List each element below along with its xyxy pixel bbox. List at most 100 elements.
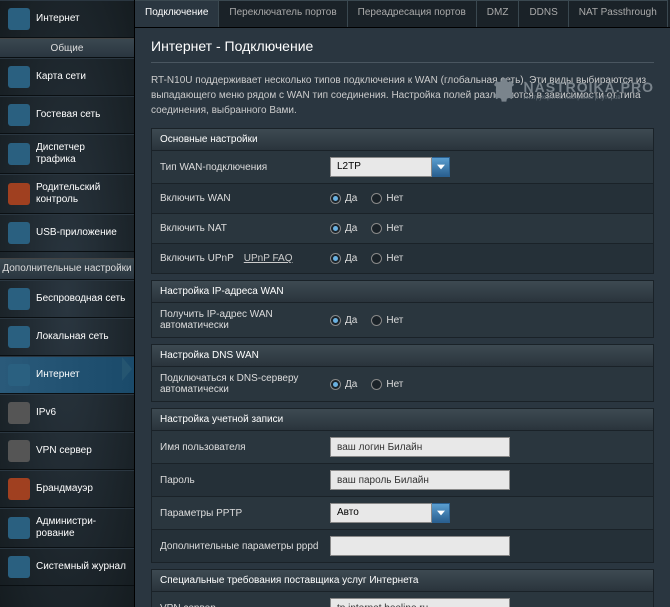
globe-icon: [8, 364, 30, 386]
wan-ip-auto-no[interactable]: Нет: [371, 315, 403, 326]
radio-icon: [371, 379, 382, 390]
enable-upnp-label: Включить UPnPUPnP FAQ: [160, 253, 330, 264]
vpn-server-input[interactable]: [330, 598, 510, 607]
section-wan-ip: Настройка IP-адреса WAN: [151, 280, 654, 303]
enable-upnp-no[interactable]: Нет: [371, 253, 403, 264]
row-vpn-server: VPN сервер: [151, 592, 654, 607]
gear-icon: [490, 76, 518, 104]
page-title: Интернет - Подключение: [151, 38, 654, 63]
sidebar-item-label: Родительский контроль: [36, 182, 126, 206]
section-basic: Основные настройки: [151, 128, 654, 151]
enable-upnp-yes[interactable]: Да: [330, 253, 357, 264]
sidebar-item-admin[interactable]: Администри-рование: [0, 508, 134, 548]
sidebar-item-label: Интернет: [36, 13, 80, 25]
radio-icon: [371, 193, 382, 204]
globe-icon: [8, 8, 30, 30]
wan-type-value: L2TP: [330, 157, 432, 177]
dns-auto-label: Подключаться к DNS-серверу автоматически: [160, 373, 330, 395]
radio-icon: [371, 315, 382, 326]
sidebar-item-syslog[interactable]: Системный журнал: [0, 548, 134, 586]
pptp-value: Авто: [330, 503, 432, 523]
active-arrow-icon: [122, 357, 132, 381]
sidebar-item-vpn[interactable]: VPN сервер: [0, 432, 134, 470]
sidebar-item-wireless[interactable]: Беспроводная сеть: [0, 280, 134, 318]
wan-ip-auto-yes[interactable]: Да: [330, 315, 357, 326]
tab-dmz[interactable]: DMZ: [477, 0, 520, 27]
traffic-icon: [8, 143, 30, 165]
row-wan-ip-auto: Получить IP-адрес WAN автоматически Да Н…: [151, 303, 654, 338]
vpn-icon: [8, 440, 30, 462]
radio-icon: [330, 253, 341, 264]
sidebar: Интернет Общие Карта сети Гостевая сеть …: [0, 0, 135, 607]
row-password: Пароль: [151, 464, 654, 497]
tab-bar: Подключение Переключатель портов Переадр…: [135, 0, 670, 28]
sidebar-item-internet[interactable]: Интернет: [0, 356, 134, 394]
pptp-select[interactable]: Авто: [330, 503, 450, 523]
sidebar-item-label: Диспетчер трафика: [36, 142, 126, 166]
sidebar-item-label: Системный журнал: [36, 561, 126, 573]
sidebar-item-firewall[interactable]: Брандмауэр: [0, 470, 134, 508]
sidebar-item-map[interactable]: Карта сети: [0, 58, 134, 96]
enable-nat-yes[interactable]: Да: [330, 223, 357, 234]
dropdown-icon: [432, 503, 450, 523]
row-enable-nat: Включить NAT Да Нет: [151, 214, 654, 244]
tab-connection[interactable]: Подключение: [135, 0, 219, 27]
sidebar-item-parental[interactable]: Родительский контроль: [0, 174, 134, 214]
firewall-icon: [8, 478, 30, 500]
row-enable-wan: Включить WAN Да Нет: [151, 184, 654, 214]
row-enable-upnp: Включить UPnPUPnP FAQ Да Нет: [151, 244, 654, 274]
dns-auto-yes[interactable]: Да: [330, 379, 357, 390]
radio-icon: [371, 253, 382, 264]
main-panel: Подключение Переключатель портов Переадр…: [135, 0, 670, 607]
enable-wan-no[interactable]: Нет: [371, 193, 403, 204]
guest-icon: [8, 104, 30, 126]
tab-ddns[interactable]: DDNS: [519, 0, 568, 27]
sidebar-item-label: Карта сети: [36, 71, 86, 83]
sidebar-item-lan[interactable]: Локальная сеть: [0, 318, 134, 356]
sidebar-item-label: Интернет: [36, 369, 80, 381]
sidebar-item-label: Локальная сеть: [36, 331, 109, 343]
watermark-title: NASTROIKA.PRO: [524, 79, 654, 95]
radio-icon: [330, 223, 341, 234]
content-area: NASTROIKA.PRO инструкции по настройке ро…: [135, 28, 670, 607]
username-input[interactable]: [330, 437, 510, 457]
radio-icon: [330, 379, 341, 390]
sidebar-group-general: Общие: [0, 38, 134, 58]
sidebar-group-advanced: Дополнительные настройки: [0, 258, 134, 280]
upnp-faq-link[interactable]: UPnP FAQ: [244, 253, 293, 264]
sidebar-item-label: USB-приложение: [36, 227, 117, 239]
sidebar-top-item[interactable]: Интернет: [0, 0, 134, 38]
enable-nat-no[interactable]: Нет: [371, 223, 403, 234]
section-dns: Настройка DNS WAN: [151, 344, 654, 367]
wan-ip-auto-label: Получить IP-адрес WAN автоматически: [160, 309, 330, 331]
log-icon: [8, 556, 30, 578]
sidebar-item-usb[interactable]: USB-приложение: [0, 214, 134, 252]
sidebar-item-ipv6[interactable]: IPv6: [0, 394, 134, 432]
pppd-extra-label: Дополнительные параметры pppd: [160, 541, 330, 552]
parental-icon: [8, 183, 30, 205]
watermark-subtitle: инструкции по настройке роутеров: [524, 95, 654, 101]
pppd-extra-input[interactable]: [330, 536, 510, 556]
tab-port-forward[interactable]: Переадресация портов: [348, 0, 477, 27]
username-label: Имя пользователя: [160, 442, 330, 453]
watermark: NASTROIKA.PRO инструкции по настройке ро…: [490, 76, 654, 104]
row-pptp: Параметры PPTP Авто: [151, 497, 654, 530]
dropdown-icon: [432, 157, 450, 177]
map-icon: [8, 66, 30, 88]
sidebar-item-traffic[interactable]: Диспетчер трафика: [0, 134, 134, 174]
sidebar-item-guest[interactable]: Гостевая сеть: [0, 96, 134, 134]
enable-wan-yes[interactable]: Да: [330, 193, 357, 204]
tab-nat[interactable]: NAT Passthrough: [569, 0, 668, 27]
password-input[interactable]: [330, 470, 510, 490]
wan-type-select[interactable]: L2TP: [330, 157, 450, 177]
sidebar-item-label: IPv6: [36, 407, 56, 419]
dns-auto-no[interactable]: Нет: [371, 379, 403, 390]
row-username: Имя пользователя: [151, 431, 654, 464]
usb-icon: [8, 222, 30, 244]
section-account: Настройка учетной записи: [151, 408, 654, 431]
ipv6-icon: [8, 402, 30, 424]
radio-icon: [330, 315, 341, 326]
tab-port-switch[interactable]: Переключатель портов: [219, 0, 347, 27]
row-wan-type: Тип WAN-подключения L2TP: [151, 151, 654, 184]
lan-icon: [8, 326, 30, 348]
